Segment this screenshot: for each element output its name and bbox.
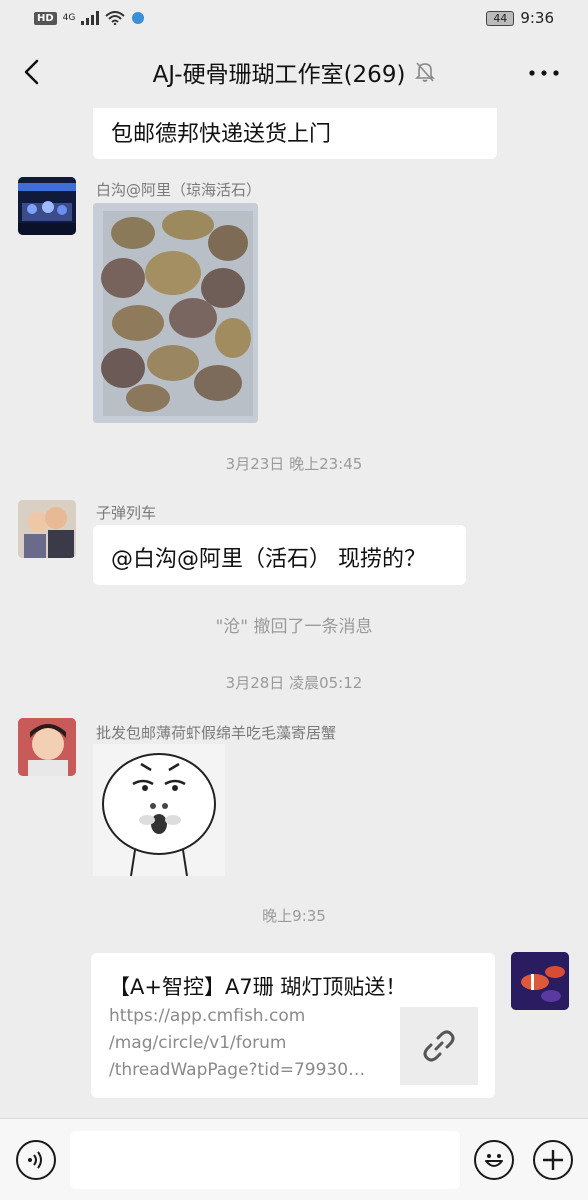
live-rock-image: [93, 203, 258, 423]
avatar[interactable]: [18, 718, 76, 776]
voice-icon: [28, 1151, 42, 1169]
plus-button[interactable]: [533, 1140, 573, 1180]
more-dots-icon: [529, 70, 559, 76]
chevron-left-icon: [24, 59, 39, 85]
emoji-icon: [485, 1154, 503, 1167]
network-label: 4G: [62, 13, 76, 23]
avatar[interactable]: [18, 177, 76, 235]
child-avatar-image: [18, 718, 76, 776]
message-text: 包邮德邦快递送货上门: [111, 122, 332, 147]
more-button[interactable]: [524, 58, 564, 88]
link-title: 【A+智控】A7珊 瑚灯顶贴送！: [109, 975, 407, 999]
chat-header: AJ-硬骨珊瑚工作室(269): [0, 36, 588, 108]
avatar[interactable]: [18, 500, 76, 558]
chat-area[interactable]: 包邮德邦快递送货上门 白沟@阿里（琼海活石） 3月23日 晚上23:45 子弹列…: [0, 108, 588, 1118]
voice-button[interactable]: [16, 1140, 56, 1180]
person-avatar-image: [18, 500, 76, 558]
input-bar: [0, 1118, 588, 1200]
globe-icon: [132, 12, 145, 24]
timestamp: 3月23日 晚上23:45: [225, 455, 363, 473]
message-bubble[interactable]: 包邮德邦快递送货上门: [93, 108, 497, 159]
sender-name: 子弹列车: [96, 504, 157, 522]
hd-badge: HD: [34, 11, 57, 25]
title-wrap: AJ-硬骨珊瑚工作室(269): [153, 55, 436, 89]
message-input[interactable]: [70, 1131, 460, 1189]
status-right: 44 9:36: [486, 9, 554, 27]
self-avatar[interactable]: [511, 952, 569, 1010]
timestamp: 晚上9:35: [262, 907, 326, 925]
link-thumbnail: [400, 1007, 478, 1085]
link-card[interactable]: 【A+智控】A7珊 瑚灯顶贴送！ https://app.cmfish.com …: [91, 953, 495, 1098]
signal-icon: [81, 11, 100, 25]
emoji-button[interactable]: [474, 1140, 514, 1180]
status-time: 9:36: [520, 9, 554, 27]
timestamp: 3月28日 凌晨05:12: [225, 674, 363, 692]
image-message[interactable]: [93, 203, 258, 423]
sender-name: 批发包邮薄荷虾假绵羊吃毛藻寄居蟹: [96, 724, 337, 742]
battery-icon: 44: [486, 10, 515, 26]
sticker-message[interactable]: [93, 744, 225, 877]
page-title: AJ-硬骨珊瑚工作室(269): [152, 62, 406, 88]
link-url: https://app.cmfish.com /mag/circle/v1/fo…: [109, 1006, 366, 1080]
link-icon: [423, 1030, 455, 1062]
plus-icon: [543, 1150, 563, 1170]
recall-notice: "沧" 撤回了一条消息: [215, 617, 373, 637]
message-bubble[interactable]: @白沟@阿里（活石） 现捞的？: [93, 525, 466, 585]
clownfish-avatar-image: [511, 952, 569, 1010]
status-left: HD 4G: [34, 11, 145, 25]
bell-off-icon: [415, 62, 436, 82]
status-bar: HD 4G 44 9:36: [0, 0, 588, 36]
sender-name: 白沟@阿里（琼海活石）: [96, 181, 262, 199]
meme-sticker-image: [93, 744, 225, 877]
aquarium-avatar-image: [18, 177, 76, 235]
back-button[interactable]: [14, 54, 50, 90]
wifi-icon: [105, 11, 126, 25]
message-text: @白沟@阿里（活石） 现捞的？: [111, 547, 426, 572]
